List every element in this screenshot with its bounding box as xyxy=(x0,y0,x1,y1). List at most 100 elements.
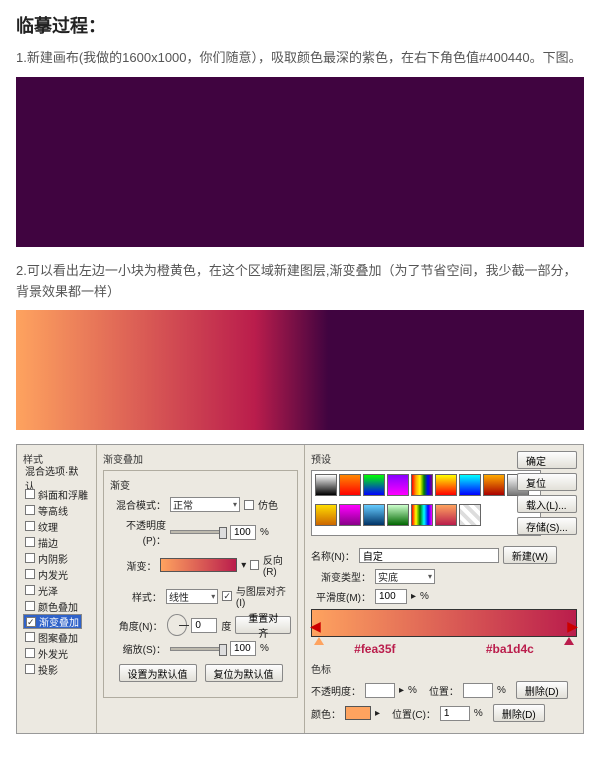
smooth-input[interactable] xyxy=(375,589,407,604)
mode-select[interactable]: 正常▾ xyxy=(170,497,240,512)
style-item[interactable]: 光泽 xyxy=(23,582,90,598)
preset-swatch[interactable] xyxy=(315,474,337,496)
style-checkbox[interactable] xyxy=(25,648,35,658)
set-default-button[interactable]: 设置为默认值 xyxy=(119,664,197,682)
style-checkbox[interactable] xyxy=(25,521,35,531)
preset-swatch[interactable] xyxy=(483,474,505,496)
styles-column: 样式 混合选项·默认 斜面和浮雕等高线纹理描边内阴影内发光光泽颜色叠加渐变叠加图… xyxy=(17,445,97,733)
gradient-stop-right[interactable] xyxy=(564,637,574,645)
scale-slider[interactable] xyxy=(170,647,226,651)
save-button[interactable]: 存储(S)... xyxy=(517,517,577,535)
style-checkbox[interactable] xyxy=(25,489,35,499)
grad-sub: 渐变 xyxy=(110,477,291,492)
angle-input[interactable] xyxy=(191,618,217,633)
stop-opacity-input[interactable] xyxy=(365,683,395,698)
style-checkbox[interactable] xyxy=(25,632,35,642)
step-2-text: 2.可以看出左边一小块为橙黄色，在这个区域新建图层,渐变叠加（为了节省空间，我少… xyxy=(16,261,584,303)
chevron-down-icon[interactable]: ▾ xyxy=(241,560,246,571)
style-checkbox[interactable] xyxy=(25,601,35,611)
preset-swatch[interactable] xyxy=(435,474,457,496)
style-item[interactable]: 颜色叠加 xyxy=(23,598,90,614)
style-item-label: 内发光 xyxy=(38,567,68,582)
preset-swatch[interactable] xyxy=(411,504,433,526)
opacity-slider[interactable] xyxy=(170,530,226,534)
smooth-label: 平滑度(M)： xyxy=(311,589,371,604)
style-item[interactable]: 图案叠加 xyxy=(23,629,90,645)
gradient-stop-left[interactable] xyxy=(314,637,324,645)
ok-button[interactable]: 确定 xyxy=(517,451,577,469)
chevron-right-icon: ▸ xyxy=(411,591,416,602)
style-item-label: 描边 xyxy=(38,535,58,550)
preset-swatch[interactable] xyxy=(387,504,409,526)
grad-title: 渐变叠加 xyxy=(103,451,298,466)
opacity-input[interactable] xyxy=(230,525,256,540)
preset-swatch[interactable] xyxy=(459,504,481,526)
style-checkbox[interactable] xyxy=(25,585,35,595)
arrow-left-icon: ◀ xyxy=(310,618,321,635)
reverse-checkbox[interactable] xyxy=(250,560,259,570)
gradient-overlay-column: 渐变叠加 渐变 混合模式： 正常▾ 仿色 不透明度(P)： % 渐变： xyxy=(97,445,305,733)
stop-opacity-label: 不透明度： xyxy=(311,683,361,698)
dither-checkbox[interactable] xyxy=(244,500,254,510)
name-input[interactable] xyxy=(359,548,499,563)
preset-swatch[interactable] xyxy=(363,504,385,526)
preset-swatch[interactable] xyxy=(387,474,409,496)
purple-swatch xyxy=(16,77,584,247)
style-item-label: 图案叠加 xyxy=(38,630,78,645)
gradient-preview[interactable] xyxy=(160,558,237,572)
name-label: 名称(N)： xyxy=(311,548,355,563)
scale-input[interactable] xyxy=(230,641,256,656)
style-item[interactable]: 斜面和浮雕 xyxy=(23,486,90,502)
preset-swatch[interactable] xyxy=(339,504,361,526)
style-checkbox[interactable] xyxy=(25,505,35,515)
style-item-label: 内阴影 xyxy=(38,551,68,566)
preset-grid[interactable] xyxy=(311,470,541,536)
load-button[interactable]: 载入(L)... xyxy=(517,495,577,513)
preset-swatch[interactable] xyxy=(315,504,337,526)
reset-default-button[interactable]: 复位为默认值 xyxy=(205,664,283,682)
page-title: 临摹过程： xyxy=(16,12,584,38)
align-label: 与图层对齐(I) xyxy=(236,583,291,609)
chevron-down-icon: ▾ xyxy=(428,572,432,581)
style-item[interactable]: 渐变叠加 xyxy=(23,614,82,629)
style-item[interactable]: 投影 xyxy=(23,661,90,677)
style-checkbox[interactable] xyxy=(25,569,35,579)
angle-label: 角度(N)： xyxy=(110,618,163,633)
type-select[interactable]: 实底▾ xyxy=(375,569,435,584)
style-item[interactable]: 等高线 xyxy=(23,502,90,518)
preset-swatch[interactable] xyxy=(339,474,361,496)
style-select[interactable]: 线性▾ xyxy=(166,589,218,604)
angle-dial[interactable] xyxy=(167,614,188,636)
style-item[interactable]: 内阴影 xyxy=(23,550,90,566)
stop-loc2-input[interactable] xyxy=(440,706,470,721)
style-checkbox[interactable] xyxy=(25,537,35,547)
style-item[interactable]: 内发光 xyxy=(23,566,90,582)
stop-loc2-label: 位置(C)： xyxy=(392,706,436,721)
arrow-right-icon: ▶ xyxy=(567,618,578,635)
preset-swatch[interactable] xyxy=(435,504,457,526)
style-checkbox[interactable] xyxy=(25,664,35,674)
style-item-label: 颜色叠加 xyxy=(38,599,78,614)
preset-swatch[interactable] xyxy=(411,474,433,496)
style-checkbox[interactable] xyxy=(26,617,36,627)
stop-color-swatch[interactable] xyxy=(345,706,371,720)
delete-stop-button[interactable]: 删除(D) xyxy=(516,681,568,699)
preset-swatch[interactable] xyxy=(363,474,385,496)
gradient-editor-column: 确定 复位 载入(L)... 存储(S)... 预设 名称(N)： 新建(W) … xyxy=(305,445,583,733)
delete-stop2-button[interactable]: 删除(D) xyxy=(493,704,545,722)
style-checkbox[interactable] xyxy=(25,553,35,563)
style-item-label: 投影 xyxy=(38,662,58,677)
stop-loc-input[interactable] xyxy=(463,683,493,698)
reset-align-button[interactable]: 重置对齐 xyxy=(235,616,291,634)
preset-swatch[interactable] xyxy=(459,474,481,496)
stop-color-label: 颜色： xyxy=(311,706,341,721)
style-item[interactable]: 描边 xyxy=(23,534,90,550)
new-button[interactable]: 新建(W) xyxy=(503,546,557,564)
cancel-button[interactable]: 复位 xyxy=(517,473,577,491)
gradient-bar[interactable]: ◀ ▶ xyxy=(311,609,577,637)
blend-default-row[interactable]: 混合选项·默认 xyxy=(23,470,90,486)
style-item[interactable]: 纹理 xyxy=(23,518,90,534)
chevron-down-icon: ▾ xyxy=(233,500,237,509)
style-item[interactable]: 外发光 xyxy=(23,645,90,661)
align-checkbox[interactable] xyxy=(222,591,232,601)
